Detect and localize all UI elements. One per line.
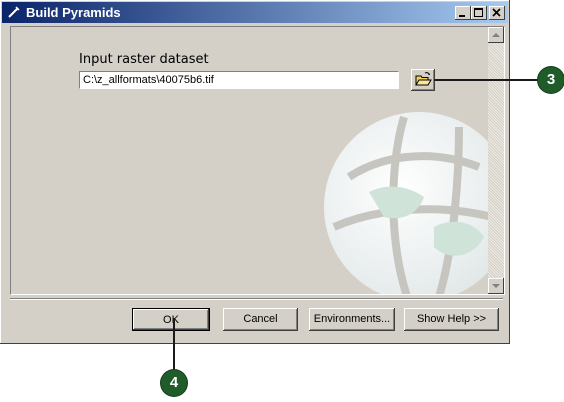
callout-3-badge: 3 <box>538 67 564 93</box>
title-bar[interactable]: Build Pyramids <box>2 2 508 23</box>
window-title: Build Pyramids <box>26 5 121 20</box>
scroll-down-button[interactable] <box>488 278 504 294</box>
close-icon <box>492 8 501 17</box>
maximize-button[interactable] <box>471 6 487 20</box>
minimize-icon <box>459 15 465 17</box>
callout-4-badge: 4 <box>161 370 187 396</box>
scroll-up-button[interactable] <box>488 27 504 43</box>
button-separator <box>10 298 503 300</box>
open-folder-icon <box>415 72 432 86</box>
vertical-scrollbar[interactable] <box>488 27 504 294</box>
arrow-down-icon <box>492 284 500 288</box>
parameters-panel: Input raster dataset C:\z_allformats\400… <box>10 26 505 295</box>
input-raster-label: Input raster dataset <box>79 52 209 67</box>
tool-icon <box>8 6 20 18</box>
cancel-button[interactable]: Cancel <box>223 308 298 331</box>
show-help-button[interactable]: Show Help >> <box>404 308 499 331</box>
close-button[interactable] <box>489 6 505 20</box>
ok-button[interactable]: OK <box>132 308 210 331</box>
browse-button[interactable] <box>411 69 435 91</box>
callout-4-leader <box>173 318 175 372</box>
input-raster-field[interactable]: C:\z_allformats\40075b6.tif <box>79 71 399 89</box>
arrow-up-icon <box>492 33 500 37</box>
globe-watermark <box>324 112 504 294</box>
callout-3-leader <box>434 79 544 81</box>
minimize-button[interactable] <box>455 6 471 20</box>
build-pyramids-dialog: Build Pyramids Input raster dataset C:\z… <box>0 0 510 344</box>
maximize-icon <box>474 8 483 17</box>
environments-button[interactable]: Environments... <box>309 308 395 331</box>
